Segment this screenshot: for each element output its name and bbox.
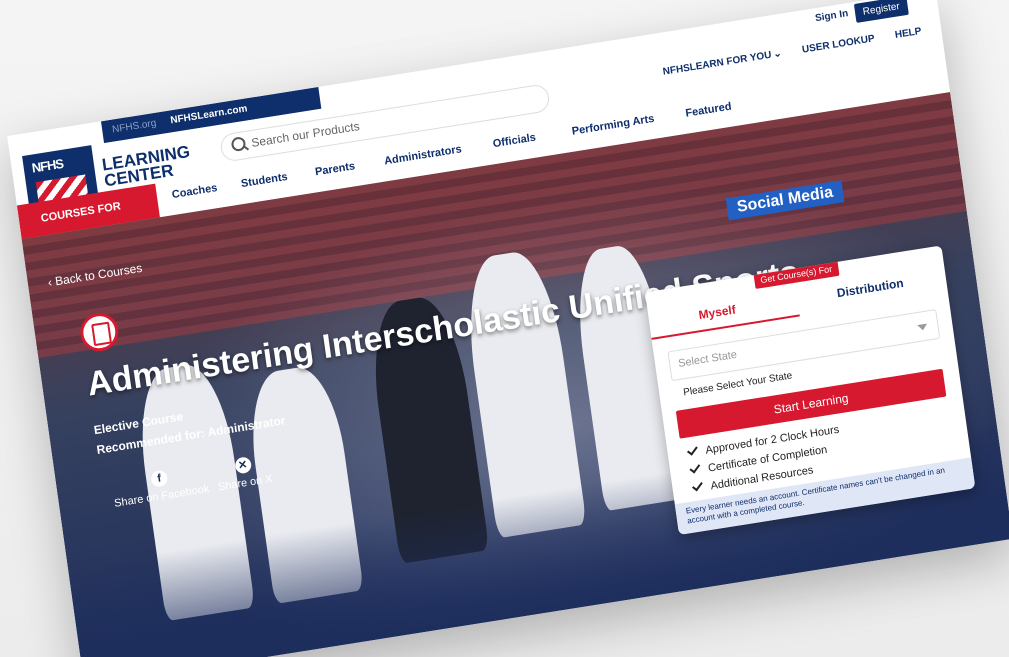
chevron-down-icon xyxy=(917,323,928,332)
logo-text: NFHS xyxy=(30,155,64,176)
facebook-icon: f xyxy=(150,469,169,488)
chevron-down-icon: ⌄ xyxy=(772,48,783,61)
sign-in-link[interactable]: Sign In xyxy=(814,8,848,24)
checkmark-icon xyxy=(686,444,698,456)
category-students[interactable]: Students xyxy=(240,171,288,190)
category-officials[interactable]: Officials xyxy=(492,132,537,151)
category-administrators[interactable]: Administrators xyxy=(383,143,462,167)
x-icon: ✕ xyxy=(233,456,252,475)
category-performing-arts[interactable]: Performing Arts xyxy=(571,113,655,138)
search-placeholder: Search our Products xyxy=(250,119,361,150)
checkmark-icon xyxy=(692,479,703,492)
category-coaches[interactable]: Coaches xyxy=(171,182,218,201)
nav-nfhslearn-for-you[interactable]: NFHSLEARN FOR YOU xyxy=(662,50,772,78)
state-select-value: Select State xyxy=(677,348,738,370)
browser-screen: NFHS.org NFHSLearn.com Sign In Register … xyxy=(7,0,1009,657)
nav-help[interactable]: HELP xyxy=(894,26,922,41)
nfhs-org-link[interactable]: NFHS.org xyxy=(112,118,157,136)
page-background: NFHS.org NFHSLearn.com Sign In Register … xyxy=(0,0,1009,657)
purchase-card: Get Course(s) For Myself Distribution Se… xyxy=(645,245,976,535)
search-icon xyxy=(230,136,247,153)
category-featured[interactable]: Featured xyxy=(685,101,733,120)
category-parents[interactable]: Parents xyxy=(314,160,356,178)
nav-user-lookup[interactable]: USER LOOKUP xyxy=(801,33,875,55)
checkmark-icon xyxy=(689,461,701,474)
tab-myself[interactable]: Myself xyxy=(698,302,737,322)
tab-distribution[interactable]: Distribution xyxy=(836,276,904,300)
